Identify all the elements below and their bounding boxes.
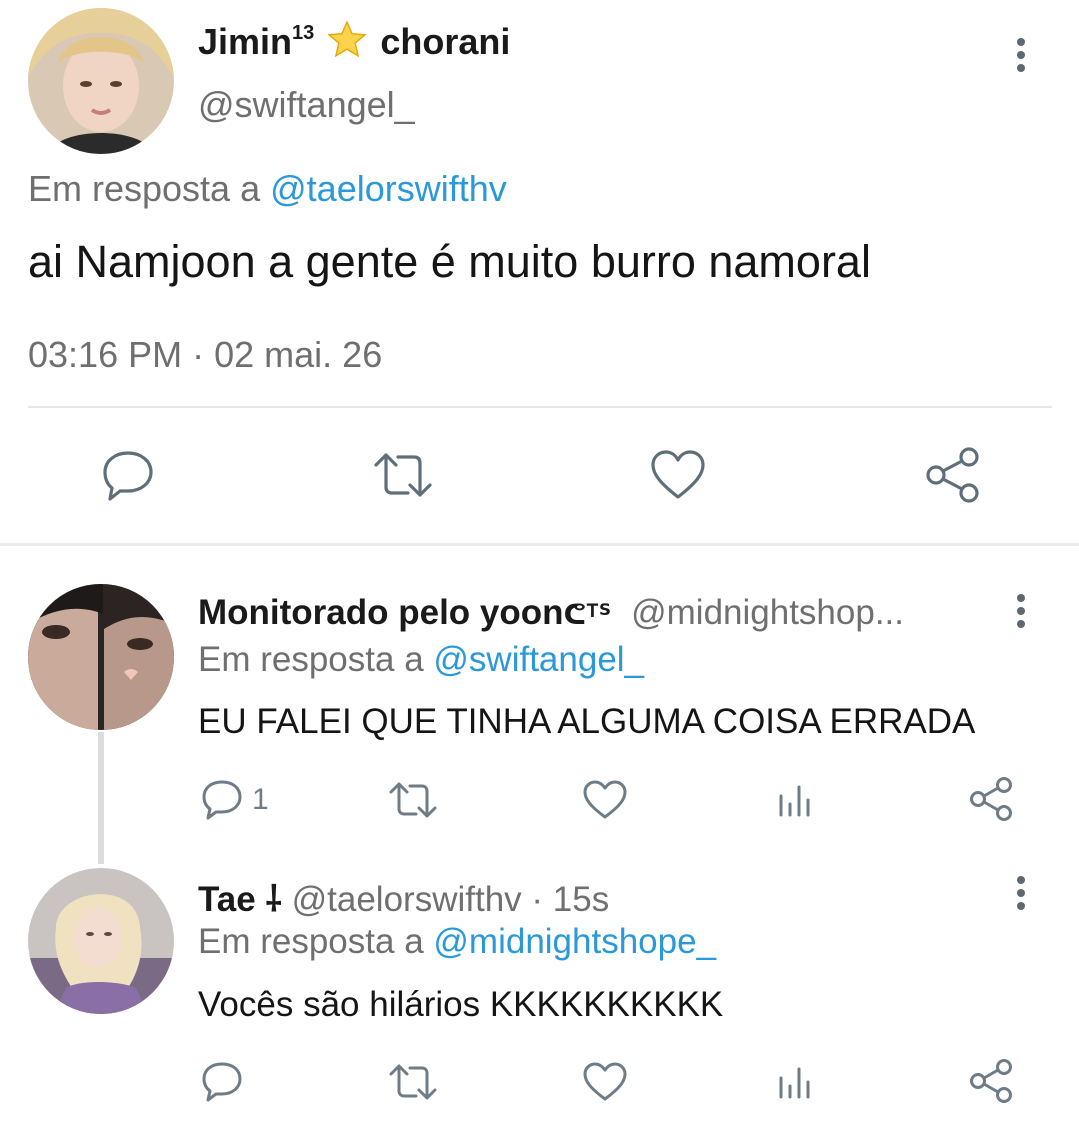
avatar-image — [28, 868, 174, 1014]
main-handle[interactable]: @swiftangel_ — [198, 84, 415, 126]
reply-to-link[interactable]: @midnightshope_ — [433, 922, 716, 961]
reply-prefix: Em resposta a — [28, 168, 261, 209]
like-button[interactable] — [650, 449, 706, 501]
share-button[interactable] — [968, 1058, 1014, 1104]
tweet-timestamp: 03:16 PM · 02 mai. 26 — [28, 334, 382, 376]
header-separator: · — [531, 880, 544, 919]
more-options-icon[interactable] — [1017, 594, 1025, 633]
more-options-icon[interactable] — [1017, 876, 1025, 915]
name-superscript: 13 — [292, 22, 315, 44]
like-icon — [583, 1062, 627, 1101]
reply-to-link[interactable]: @taelorswifthv — [270, 168, 507, 209]
tweet-date: 02 mai. 26 — [214, 334, 383, 375]
display-name[interactable]: Tae — [198, 880, 256, 919]
reply2-header: Tae ⸸ @taelorswifthv · 15s — [198, 875, 609, 922]
avatar-image — [28, 8, 174, 154]
reply-context: Em resposta a @swiftangel_ — [198, 640, 644, 680]
views-button[interactable] — [776, 1066, 816, 1100]
share-button[interactable] — [968, 776, 1014, 822]
like-icon — [651, 450, 705, 499]
share-icon — [926, 447, 979, 503]
section-divider — [0, 543, 1079, 546]
reply-count: 1 — [252, 783, 269, 816]
avatar-monitorado[interactable] — [28, 584, 174, 730]
name-symbol: ⸸ — [265, 880, 282, 919]
retweet-button[interactable] — [388, 780, 438, 820]
display-name[interactable]: Monitorado pelo yoon — [198, 593, 564, 632]
more-options-icon[interactable] — [1017, 38, 1025, 77]
share-button[interactable] — [924, 447, 982, 503]
name-symbol: ᕦᵀᔆ — [563, 599, 612, 630]
avatar-image — [28, 584, 174, 730]
reply-icon — [103, 451, 153, 501]
divider — [28, 406, 1052, 408]
timestamp-separator: · — [192, 334, 205, 375]
like-button[interactable] — [582, 1061, 628, 1103]
share-icon — [970, 1059, 1012, 1103]
reply-button[interactable]: 1 — [200, 778, 269, 822]
reply-icon — [202, 1062, 242, 1102]
handle[interactable]: @midnightshop... — [631, 593, 904, 632]
reply-prefix: Em resposta a — [198, 922, 424, 961]
tweet-text: ai Namjoon a gente é muito burro namoral — [28, 236, 871, 287]
tweet-time: 03:16 PM — [28, 334, 183, 375]
retweet-button[interactable] — [388, 1062, 438, 1102]
handle[interactable]: @taelorswifthv — [292, 880, 522, 919]
reply-button[interactable] — [100, 447, 156, 503]
main-user-name[interactable]: Jimin13 chorani — [198, 20, 510, 63]
retweet-icon — [374, 453, 432, 497]
name-suffix: chorani — [380, 21, 511, 62]
like-icon — [583, 780, 627, 819]
reply-button[interactable] — [200, 1060, 244, 1104]
reply-context: Em resposta a @taelorswifthv — [28, 168, 507, 210]
like-button[interactable] — [582, 779, 628, 821]
tweet-text: EU FALEI QUE TINHA ALGUMA COISA ERRADA — [198, 702, 976, 741]
avatar-jimin[interactable] — [28, 8, 174, 154]
star-icon — [326, 20, 368, 60]
tweet-text: Vocês são hilários KKKKKKKKKK — [198, 985, 724, 1024]
reply1-header: Monitorado pelo yoonᕦᵀᔆ @midnightshop... — [198, 593, 904, 633]
reply-icon — [202, 780, 242, 820]
retweet-icon — [389, 1064, 437, 1100]
reply-prefix: Em resposta a — [198, 640, 424, 679]
reply-to-link[interactable]: @swiftangel_ — [433, 640, 644, 679]
views-icon — [779, 1067, 810, 1099]
avatar-tae[interactable] — [28, 868, 174, 1014]
reply-context: Em resposta a @midnightshope_ — [198, 922, 716, 962]
relative-time: 15s — [552, 880, 610, 919]
views-button[interactable] — [776, 784, 816, 818]
retweet-icon — [389, 782, 437, 818]
retweet-button[interactable] — [372, 449, 434, 501]
views-icon — [779, 785, 810, 817]
display-name: Jimin — [198, 21, 293, 62]
thread-line — [98, 732, 104, 864]
share-icon — [970, 777, 1012, 821]
